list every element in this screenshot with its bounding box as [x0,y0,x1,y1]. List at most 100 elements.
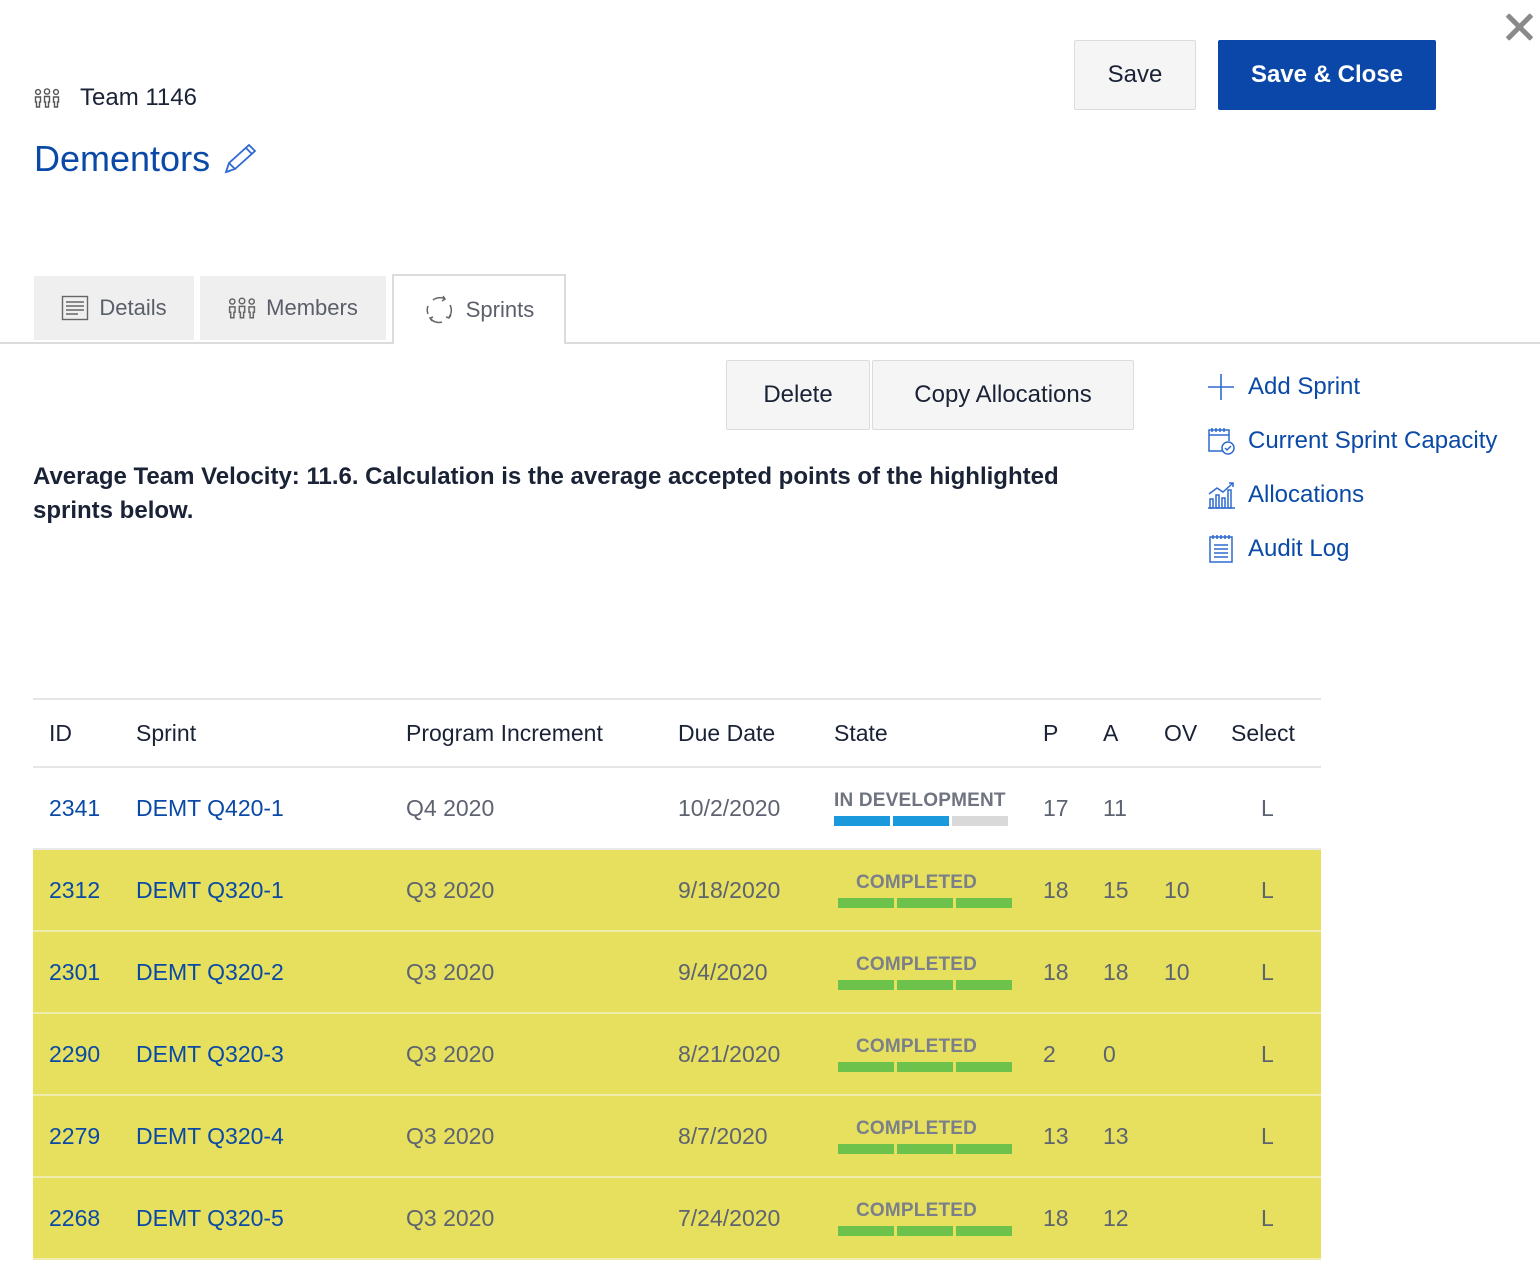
program-increment: Q3 2020 [406,958,495,985]
due-date: 9/4/2020 [678,958,768,985]
copy-allocations-button[interactable]: Copy Allocations [872,360,1134,430]
planned-points: 18 [1043,958,1069,985]
accepted-points: 12 [1103,1204,1129,1231]
select-cell[interactable]: L [1261,1096,1274,1176]
sprint-name-link[interactable]: DEMT Q320-2 [136,932,284,1012]
accepted-points: 13 [1103,1122,1129,1149]
tab-sprints[interactable]: Sprints [392,274,566,344]
table-row[interactable]: 2312 DEMT Q320-1 Q3 2020 9/18/2020 COMPL… [33,850,1321,932]
column-header-state[interactable]: State [834,700,888,766]
tab-members[interactable]: Members [200,276,386,340]
allocations-label: Allocations [1248,481,1365,508]
close-icon[interactable] [1500,8,1538,46]
team-header: Team 1146 [34,84,197,112]
program-increment: Q3 2020 [406,1204,495,1231]
pencil-icon[interactable] [222,142,260,176]
column-header-due-date[interactable]: Due Date [678,700,775,766]
audit-log-label: Audit Log [1248,535,1350,562]
allocations-link[interactable]: Allocations [1206,468,1497,522]
table-row[interactable]: 2341 DEMT Q420-1 Q4 2020 10/2/2020 IN DE… [33,768,1321,850]
state-progress-bar [834,816,1011,826]
column-header-program-increment[interactable]: Program Increment [406,700,603,766]
team-label: Team 1146 [80,84,197,111]
state-label: COMPLETED [856,1036,978,1057]
state-label: COMPLETED [856,1200,978,1221]
velocity-text: Average Team Velocity: 11.6. Calculation… [33,463,1059,524]
sprint-id-link[interactable]: 2312 [49,850,100,930]
sprint-name-link[interactable]: DEMT Q320-5 [136,1178,284,1258]
due-date: 10/2/2020 [678,794,781,821]
sprints-table: ID Sprint Program Increment Due Date Sta… [33,698,1321,1260]
add-sprint-label: Add Sprint [1248,373,1361,400]
column-header-select[interactable]: Select [1231,700,1295,766]
table-row[interactable]: 2279 DEMT Q320-4 Q3 2020 8/7/2020 COMPLE… [33,1096,1321,1178]
column-header-a[interactable]: A [1103,700,1118,766]
select-cell[interactable]: L [1261,1178,1274,1258]
tabs-divider [0,342,1540,344]
select-cell[interactable]: L [1261,932,1274,1012]
ov-value: 10 [1164,958,1190,985]
document-icon [62,295,89,321]
select-cell[interactable]: L [1261,850,1274,930]
sprint-name-link[interactable]: DEMT Q320-1 [136,850,284,930]
sprint-id-link[interactable]: 2301 [49,932,100,1012]
team-name-row: Dementors [34,138,260,180]
accepted-points: 15 [1103,876,1129,903]
add-sprint-link[interactable]: Add Sprint [1206,360,1497,414]
delete-button[interactable]: Delete [726,360,870,430]
state-indicator: COMPLETED [834,850,1015,930]
sprint-name-link[interactable]: DEMT Q320-3 [136,1014,284,1094]
state-indicator: IN DEVELOPMENT [834,768,1011,848]
tab-details[interactable]: Details [34,276,194,340]
current-sprint-capacity-link[interactable]: Current Sprint Capacity [1206,414,1497,468]
sprint-id-link[interactable]: 2290 [49,1014,100,1094]
select-cell[interactable]: L [1261,1014,1274,1094]
program-increment: Q3 2020 [406,1122,495,1149]
program-increment: Q3 2020 [406,876,495,903]
notepad-icon [1209,535,1233,563]
accepted-points: 11 [1103,794,1127,821]
due-date: 8/21/2020 [678,1040,781,1067]
current-sprint-capacity-label: Current Sprint Capacity [1248,427,1498,454]
state-label: IN DEVELOPMENT [834,790,1006,811]
state-label: COMPLETED [856,872,978,893]
sprint-id-link[interactable]: 2279 [49,1096,100,1176]
ov-value: 10 [1164,876,1190,903]
sprint-id-link[interactable]: 2268 [49,1178,100,1258]
planned-points: 17 [1043,794,1069,821]
tab-members-label: Members [266,295,358,320]
audit-log-link[interactable]: Audit Log [1206,522,1497,576]
column-header-p[interactable]: P [1043,700,1058,766]
select-cell[interactable]: L [1261,768,1274,848]
state-label: COMPLETED [856,1118,978,1139]
sprint-id-link[interactable]: 2341 [49,768,100,848]
state-progress-bar [838,1144,1015,1154]
state-indicator: COMPLETED [834,1014,1015,1094]
program-increment: Q4 2020 [406,794,495,821]
due-date: 8/7/2020 [678,1122,768,1149]
column-header-sprint[interactable]: Sprint [136,700,196,766]
sprint-name-link[interactable]: DEMT Q420-1 [136,768,284,848]
table-row[interactable]: 2290 DEMT Q320-3 Q3 2020 8/21/2020 COMPL… [33,1014,1321,1096]
state-indicator: COMPLETED [834,1178,1015,1258]
save-close-button[interactable]: Save & Close [1218,40,1436,110]
due-date: 9/18/2020 [678,876,781,903]
cycle-icon [426,295,452,324]
accepted-points: 18 [1103,958,1129,985]
tab-sprints-label: Sprints [465,297,535,322]
due-date: 7/24/2020 [678,1204,781,1231]
save-button[interactable]: Save [1074,40,1196,110]
team-icon [229,297,256,319]
table-row[interactable]: 2301 DEMT Q320-2 Q3 2020 9/4/2020 COMPLE… [33,932,1321,1014]
state-progress-bar [838,980,1015,990]
state-label: COMPLETED [856,954,978,975]
sprint-name-link[interactable]: DEMT Q320-4 [136,1096,284,1176]
table-row[interactable]: 2268 DEMT Q320-5 Q3 2020 7/24/2020 COMPL… [33,1178,1321,1260]
column-header-ov[interactable]: OV [1164,700,1197,766]
planned-points: 2 [1043,1040,1056,1067]
planned-points: 18 [1043,876,1069,903]
team-name: Dementors [34,138,211,179]
column-header-id[interactable]: ID [49,700,72,766]
planned-points: 18 [1043,1204,1069,1231]
tab-details-label: Details [99,295,167,320]
